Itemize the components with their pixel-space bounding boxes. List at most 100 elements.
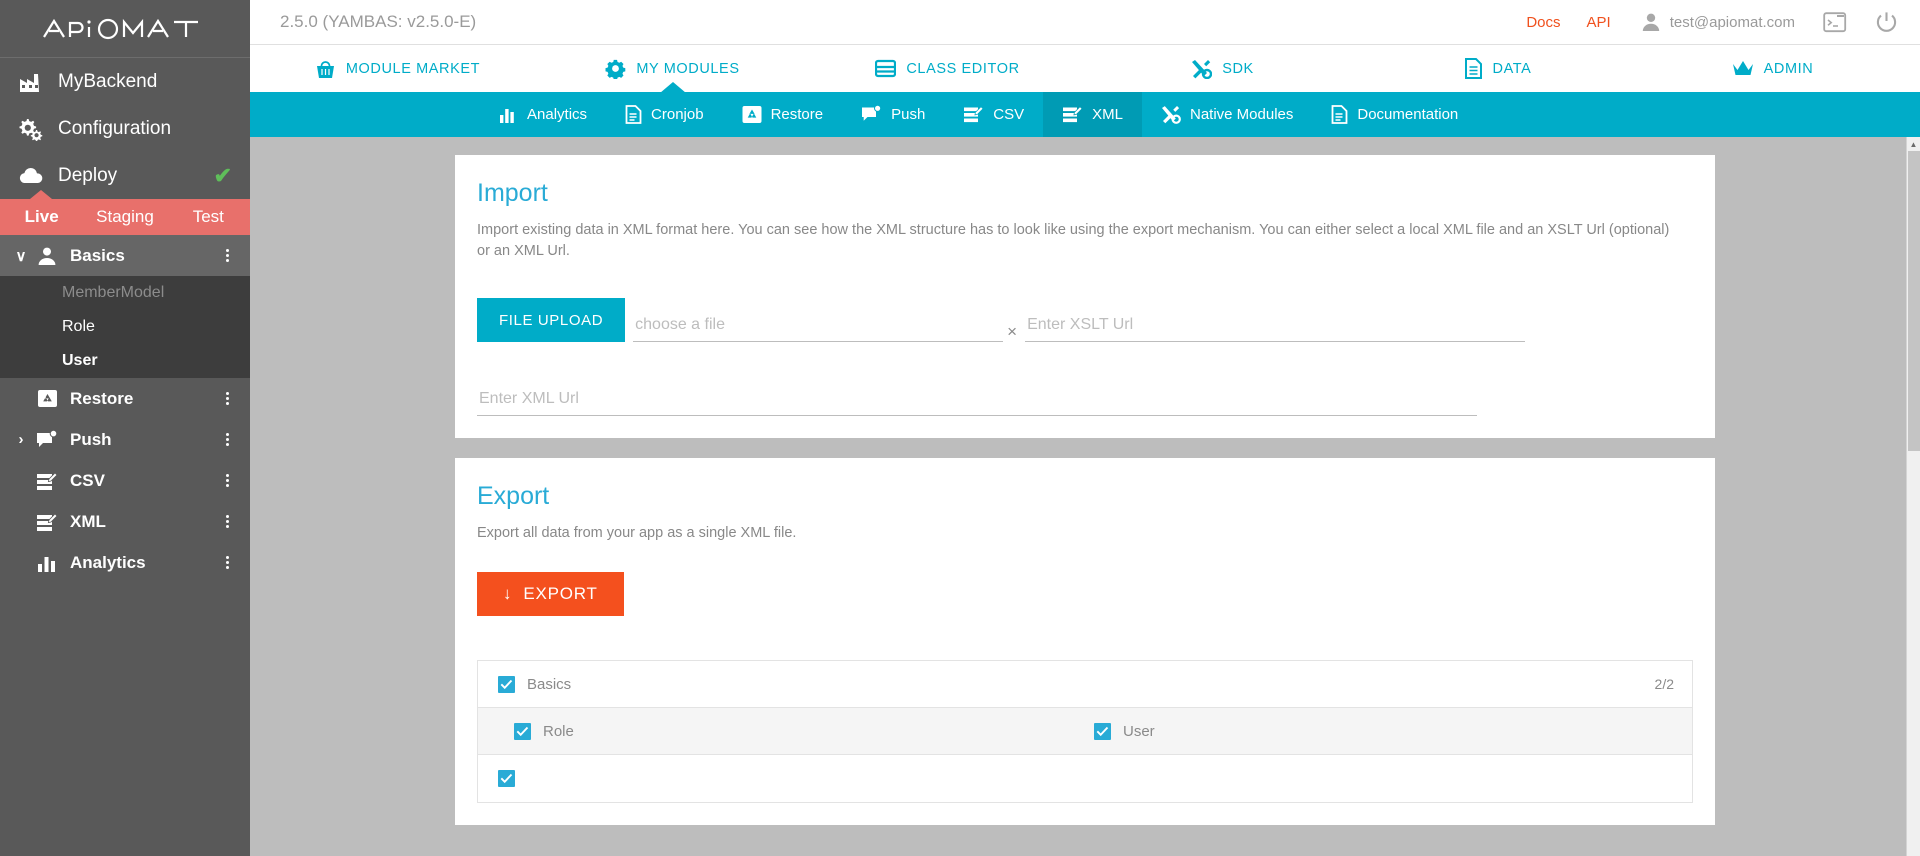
content-scrollbar[interactable]: ▲ [1906, 137, 1920, 856]
sidebar-module-xml[interactable]: XML [0, 501, 250, 542]
docs-link[interactable]: Docs [1526, 14, 1560, 31]
export-title: Export [477, 482, 550, 510]
tab-label: ADMIN [1763, 60, 1814, 77]
subtab-csv[interactable]: CSV [944, 92, 1043, 137]
tree-label: User [1123, 722, 1155, 740]
xml-url-input[interactable] [477, 386, 1477, 416]
file-name-input[interactable] [633, 312, 1004, 342]
subtab-xml[interactable]: XML [1043, 92, 1142, 137]
module-options-csv[interactable] [214, 474, 240, 487]
env-tab-staging[interactable]: Staging [83, 207, 166, 227]
import-upload-row: FILE UPLOAD × [477, 298, 1693, 342]
import-description: Import existing data in XML format here.… [477, 222, 1670, 259]
sidebar-item-configuration[interactable]: Configuration [0, 105, 250, 152]
tree-row-basics[interactable]: Basics 2/2 [478, 661, 1692, 708]
subtab-label: Analytics [527, 106, 588, 123]
subtab-documentation[interactable]: Documentation [1312, 92, 1477, 137]
submenu-item-membermodel[interactable]: MemberModel [0, 276, 250, 310]
scroll-up-arrow-icon[interactable]: ▲ [1907, 137, 1920, 151]
app-logo[interactable] [0, 0, 250, 58]
tab-module-market[interactable]: MODULE MARKET [260, 45, 535, 92]
subtab-label: Documentation [1357, 106, 1459, 123]
tab-sdk[interactable]: SDK [1085, 45, 1360, 92]
basics-submenu: MemberModel Role User [0, 276, 250, 378]
push-icon [861, 105, 882, 124]
module-label: CSV [70, 470, 105, 490]
checkbox-role[interactable] [514, 722, 531, 740]
sidebar-module-restore[interactable]: Restore [0, 378, 250, 419]
terminal-icon[interactable] [1823, 11, 1847, 33]
tree-row-next[interactable] [478, 755, 1692, 802]
push-icon [32, 428, 62, 452]
subtab-restore[interactable]: Restore [723, 92, 843, 137]
documentation-icon [1331, 105, 1348, 124]
checkbox-basics[interactable] [498, 675, 515, 693]
subtab-push[interactable]: Push [842, 92, 944, 137]
sidebar-module-push[interactable]: › Push [0, 419, 250, 460]
subtab-label: Push [891, 106, 926, 123]
checkbox-next-group[interactable] [498, 770, 515, 787]
export-description: Export all data from your app as a singl… [477, 525, 797, 541]
tab-class-editor[interactable]: CLASS EDITOR [810, 45, 1085, 92]
env-tab-live[interactable]: Live [0, 207, 83, 227]
file-upload-button[interactable]: FILE UPLOAD [477, 298, 626, 342]
power-icon[interactable] [1875, 11, 1898, 34]
deploy-status-check-icon: ✔ [213, 162, 232, 188]
tab-admin[interactable]: ADMIN [1635, 45, 1910, 92]
application-window: MyBackend Configuration Deploy ✔ Live St… [0, 0, 1920, 856]
module-options-analytics[interactable] [214, 556, 240, 569]
checkbox-user[interactable] [1094, 722, 1111, 740]
main-pane: 2.5.0 (YAMBAS: v2.5.0-E) Docs API test@a… [250, 0, 1920, 856]
sidebar-label: Configuration [58, 117, 172, 139]
cloud-icon [14, 161, 48, 191]
sidebar-module-basics[interactable]: ∨ Basics [0, 235, 250, 276]
active-tab-notch [659, 82, 686, 93]
api-link[interactable]: API [1587, 14, 1611, 31]
module-options-basics[interactable] [214, 249, 240, 262]
import-card: Import Import existing data in XML forma… [455, 155, 1715, 438]
chevron-right-icon[interactable]: › [10, 431, 32, 448]
subtab-native-modules[interactable]: Native Modules [1142, 92, 1312, 137]
import-title: Import [477, 179, 548, 207]
module-options-push[interactable] [214, 433, 240, 446]
submenu-item-user[interactable]: User [0, 344, 250, 378]
content-scroll: Import Import existing data in XML forma… [250, 155, 1920, 825]
module-options-restore[interactable] [214, 392, 240, 405]
basket-icon [315, 59, 336, 79]
tree-col-user[interactable]: User [1094, 722, 1674, 740]
tools-icon [1191, 59, 1213, 79]
tab-label: CLASS EDITOR [906, 60, 1020, 77]
tree-label: Role [543, 722, 574, 740]
tab-data[interactable]: DATA [1360, 45, 1635, 92]
tree-col-role[interactable]: Role [514, 722, 1094, 740]
clear-file-icon[interactable]: × [1007, 323, 1017, 340]
sidebar-module-csv[interactable]: CSV [0, 460, 250, 501]
export-button-label: EXPORT [523, 584, 598, 603]
sidebar-item-mybackend[interactable]: MyBackend [0, 58, 250, 105]
sidebar-module-analytics[interactable]: Analytics [0, 542, 250, 583]
cronjob-icon [625, 105, 642, 124]
module-label: Restore [70, 388, 134, 408]
module-options-xml[interactable] [214, 515, 240, 528]
subtab-label: Cronjob [651, 106, 704, 123]
env-tab-test[interactable]: Test [167, 207, 250, 227]
csv-icon [963, 105, 984, 124]
export-button[interactable]: ↓ EXPORT [477, 572, 624, 616]
xslt-url-input[interactable] [1025, 312, 1526, 342]
subtab-label: Restore [770, 106, 824, 123]
csv-icon [32, 469, 62, 493]
topbar: 2.5.0 (YAMBAS: v2.5.0-E) Docs API test@a… [250, 0, 1920, 45]
scrollbar-thumb[interactable] [1908, 151, 1920, 451]
subtab-analytics[interactable]: Analytics [480, 92, 606, 137]
user-account[interactable]: test@apiomat.com [1641, 12, 1795, 32]
crown-icon [1732, 60, 1754, 77]
version-label: 2.5.0 (YAMBAS: v2.5.0-E) [280, 12, 477, 31]
subtab-cronjob[interactable]: Cronjob [606, 92, 723, 137]
sidebar: MyBackend Configuration Deploy ✔ Live St… [0, 0, 250, 856]
xml-icon [1062, 105, 1083, 124]
tree-count-badge: 2/2 [1654, 676, 1674, 692]
chevron-down-icon[interactable]: ∨ [10, 247, 32, 265]
tab-my-modules[interactable]: MY MODULES [535, 45, 810, 93]
submenu-item-role[interactable]: Role [0, 310, 250, 344]
tree-label: Basics [527, 675, 572, 693]
